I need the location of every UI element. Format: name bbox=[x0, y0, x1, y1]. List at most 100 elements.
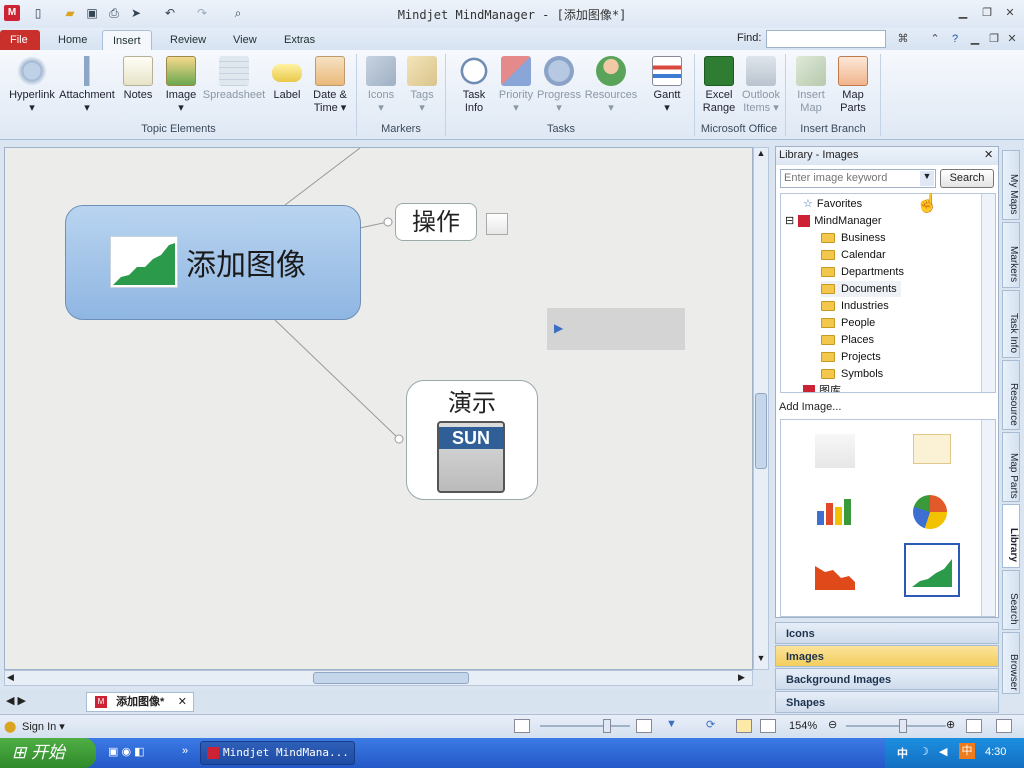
fit-map-icon[interactable] bbox=[966, 719, 982, 733]
tree-business[interactable]: Business bbox=[821, 230, 886, 246]
side-tab-browser[interactable]: Browser bbox=[1002, 632, 1020, 694]
outlook-items-button[interactable]: Outlook Items ▾ bbox=[740, 56, 782, 115]
doc-close-button[interactable]: ✕ bbox=[1004, 32, 1020, 46]
tab-home[interactable]: Home bbox=[48, 30, 97, 50]
quicklaunch-icons[interactable]: ▣ ◉ ◧ bbox=[108, 745, 145, 758]
tree-symbols[interactable]: Symbols bbox=[821, 366, 883, 382]
start-button[interactable]: ⊞ 开始 bbox=[0, 738, 96, 768]
document-tab-close-icon[interactable]: ✕ bbox=[178, 693, 187, 711]
resources-button[interactable]: Resources ▾ bbox=[584, 56, 638, 115]
binoculars-icon[interactable]: ⌘ bbox=[895, 32, 911, 46]
tree-people[interactable]: People bbox=[821, 315, 875, 331]
thumb-document[interactable] bbox=[815, 434, 855, 468]
date-time-button[interactable]: Date & Time ▾ bbox=[308, 56, 352, 115]
tree-tuku[interactable]: 图库 bbox=[803, 383, 841, 392]
filter-icon[interactable]: ▼ bbox=[666, 718, 677, 730]
insert-map-button[interactable]: Insert Map bbox=[792, 56, 830, 115]
scroll-up-icon[interactable]: ▲ bbox=[754, 148, 768, 162]
excel-range-button[interactable]: Excel Range bbox=[700, 56, 738, 115]
fit-width-icon[interactable] bbox=[636, 719, 652, 733]
map-parts-button[interactable]: Map Parts bbox=[835, 56, 871, 115]
vertical-scrollbar[interactable]: ▲ ▼ bbox=[753, 147, 769, 670]
thumb-bar-chart[interactable] bbox=[815, 495, 855, 527]
tree-projects[interactable]: Projects bbox=[821, 349, 881, 365]
restore-button[interactable]: ❐ bbox=[979, 6, 995, 20]
tree-mindmanager[interactable]: ⊟ MindManager bbox=[785, 213, 881, 229]
image-keyword-input[interactable] bbox=[781, 170, 917, 186]
tab-view[interactable]: View bbox=[223, 30, 267, 50]
zoom-out-icon[interactable]: ⊖ bbox=[828, 718, 837, 731]
view-map-icon[interactable] bbox=[736, 719, 752, 733]
back-icon[interactable]: ◀ bbox=[939, 745, 947, 758]
tab-insert[interactable]: Insert bbox=[102, 30, 152, 50]
subtopic-caozuo[interactable]: 操作 bbox=[395, 203, 477, 241]
dropdown-arrow-icon[interactable]: ▼ bbox=[920, 171, 934, 186]
view-outline-icon[interactable] bbox=[760, 719, 776, 733]
thumbnail-scrollbar[interactable] bbox=[981, 420, 995, 616]
ime-logo-icon[interactable]: 中 bbox=[959, 743, 975, 759]
doc-minimize-button[interactable]: ▁ bbox=[967, 32, 983, 46]
horizontal-scrollbar[interactable]: ◀ ▶ bbox=[4, 670, 753, 686]
sign-in-link[interactable]: Sign In ▾ bbox=[22, 720, 65, 733]
tab-extras[interactable]: Extras bbox=[274, 30, 325, 50]
scroll-down-icon[interactable]: ▼ bbox=[754, 653, 768, 667]
balance-icon[interactable]: ⟳ bbox=[706, 718, 715, 731]
side-tab-resource[interactable]: Resource bbox=[1002, 360, 1020, 430]
tree-favorites[interactable]: ☆ Favorites bbox=[803, 196, 862, 212]
side-tab-task-info[interactable]: Task Info bbox=[1002, 290, 1020, 358]
taskbar-app-button[interactable]: Mindjet MindMana... bbox=[200, 741, 355, 765]
help-icon[interactable]: ? bbox=[947, 32, 963, 46]
scroll-right-icon[interactable]: ▶ bbox=[738, 672, 745, 683]
tab-review[interactable]: Review bbox=[160, 30, 216, 50]
collapse-icon[interactable]: ⊟ bbox=[785, 215, 794, 227]
horizontal-scroll-thumb[interactable] bbox=[313, 672, 469, 684]
hyperlink-button[interactable]: Hyperlink ▾ bbox=[6, 56, 58, 115]
thumb-pie-chart[interactable] bbox=[913, 495, 947, 529]
tab-nav-back-icon[interactable]: ◀ ▶ bbox=[6, 694, 26, 707]
side-tab-my-maps[interactable]: My Maps bbox=[1002, 150, 1020, 220]
label-button[interactable]: Label bbox=[270, 56, 304, 102]
spreadsheet-button[interactable]: Spreadsheet bbox=[202, 56, 266, 102]
tree-calendar[interactable]: Calendar bbox=[821, 247, 886, 263]
split-view-icon[interactable] bbox=[996, 719, 1012, 733]
find-input[interactable] bbox=[766, 30, 886, 48]
add-image-link[interactable]: Add Image... bbox=[779, 401, 841, 413]
doc-restore-button[interactable]: ❐ bbox=[986, 32, 1002, 46]
minimize-button[interactable]: ▁ bbox=[955, 6, 971, 20]
attachment-button[interactable]: Attachment ▾ bbox=[58, 56, 116, 115]
task-info-button[interactable]: Task Info bbox=[455, 56, 493, 115]
zoom-in-icon[interactable]: ⊕ bbox=[946, 718, 955, 731]
priority-button[interactable]: Priority ▾ bbox=[496, 56, 536, 115]
zoom-slider-track[interactable] bbox=[846, 725, 946, 727]
library-close-icon[interactable]: ✕ bbox=[984, 148, 993, 161]
moon-icon[interactable]: ☽ bbox=[919, 745, 929, 758]
ime-indicator[interactable]: 中 bbox=[897, 745, 908, 761]
zoom-slider-thumb[interactable] bbox=[899, 719, 907, 733]
side-tab-map-parts[interactable]: Map Parts bbox=[1002, 432, 1020, 502]
side-tab-library[interactable]: Library bbox=[1002, 504, 1020, 568]
floating-placeholder[interactable]: ▶ bbox=[547, 308, 685, 350]
category-images[interactable]: Images bbox=[775, 645, 999, 667]
thumb-certificate[interactable] bbox=[913, 434, 951, 464]
quicklaunch-more-icon[interactable]: » bbox=[182, 745, 188, 757]
thumb-area-chart-green[interactable] bbox=[904, 543, 960, 597]
vertical-scroll-thumb[interactable] bbox=[755, 393, 767, 469]
close-button[interactable]: ✕ bbox=[1002, 6, 1018, 20]
category-background-images[interactable]: Background Images bbox=[775, 668, 999, 690]
tab-file[interactable]: File bbox=[0, 30, 40, 50]
status-slider-thumb[interactable] bbox=[603, 719, 611, 733]
category-icons[interactable]: Icons bbox=[775, 622, 999, 644]
status-slider-track[interactable] bbox=[540, 725, 630, 727]
side-tab-markers[interactable]: Markers bbox=[1002, 222, 1020, 288]
fit-page-icon[interactable] bbox=[514, 719, 530, 733]
tags-button[interactable]: Tags ▾ bbox=[404, 56, 440, 115]
notes-button[interactable]: Notes bbox=[120, 56, 156, 102]
collapse-ribbon-icon[interactable]: ⌃ bbox=[927, 32, 943, 46]
scroll-left-icon[interactable]: ◀ bbox=[7, 672, 14, 683]
tree-departments[interactable]: Departments bbox=[821, 264, 904, 280]
central-topic[interactable]: 添加图像 bbox=[65, 205, 361, 320]
gantt-button[interactable]: Gantt ▾ bbox=[648, 56, 686, 115]
side-tab-search[interactable]: Search bbox=[1002, 570, 1020, 630]
image-search-box[interactable]: ▼ bbox=[780, 169, 936, 188]
thumb-area-chart-orange[interactable] bbox=[815, 560, 855, 590]
